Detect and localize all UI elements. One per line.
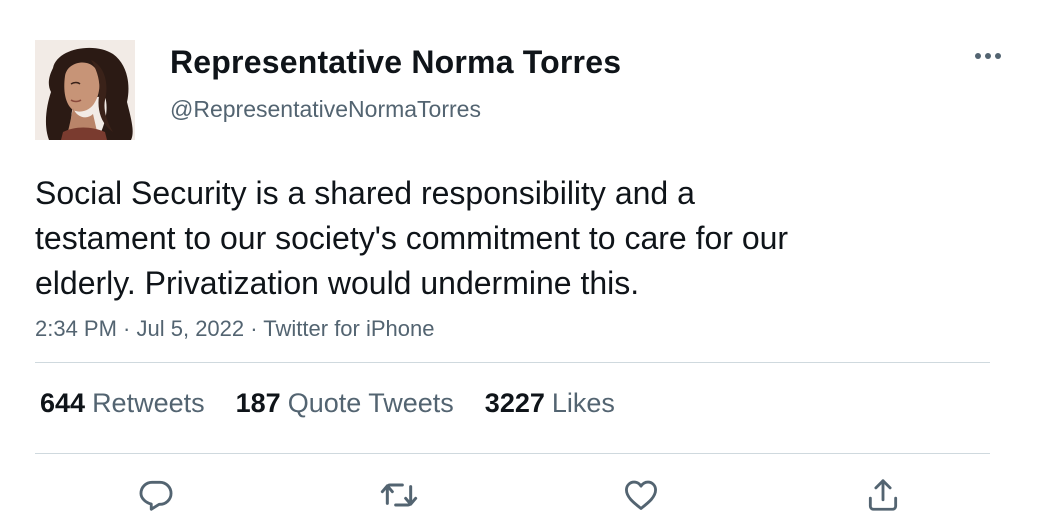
reply-button[interactable] — [133, 472, 179, 518]
divider — [35, 362, 990, 363]
avatar-photo — [35, 40, 135, 140]
likes-label: Likes — [551, 388, 615, 418]
quote-tweets-label: Quote Tweets — [287, 388, 454, 418]
likes-count: 3227 — [484, 388, 545, 418]
tweet-time[interactable]: 2:34 PM — [35, 316, 117, 341]
tweet-source[interactable]: Twitter for iPhone — [263, 316, 434, 341]
quote-tweets-count: 187 — [235, 388, 281, 418]
tweet-date[interactable]: Jul 5, 2022 — [137, 316, 245, 341]
heart-icon — [625, 480, 657, 510]
tweet-actions — [0, 472, 1050, 518]
tweet-text-line: testament to our society's commitment to… — [35, 220, 789, 256]
avatar[interactable] — [35, 40, 135, 140]
more-horizontal-icon — [975, 53, 1001, 59]
retweets-count: 644 — [40, 388, 86, 418]
quote-tweets-stat[interactable]: 187 Quote Tweets — [236, 388, 454, 419]
tweet-text: Social Security is a shared responsibili… — [35, 171, 935, 306]
meta-separator: · — [116, 316, 137, 341]
divider — [35, 453, 990, 454]
reply-icon — [139, 480, 173, 511]
share-icon — [868, 479, 898, 511]
meta-separator: · — [244, 316, 264, 341]
retweet-icon — [380, 483, 418, 507]
retweets-stat[interactable]: 644 Retweets — [40, 388, 205, 419]
like-button[interactable] — [618, 472, 664, 518]
likes-stat[interactable]: 3227 Likes — [485, 388, 615, 419]
tweet-text-line: elderly. Privatization would undermine t… — [35, 265, 640, 301]
retweets-label: Retweets — [92, 388, 205, 418]
tweet-text-line: Social Security is a shared responsibili… — [35, 175, 695, 211]
share-button[interactable] — [860, 472, 906, 518]
tweet-metadata: 2:34 PM · Jul 5, 2022 · Twitter for iPho… — [35, 316, 434, 342]
tweet-card: Representative Norma Torres @Representat… — [0, 0, 1050, 525]
author-display-name[interactable]: Representative Norma Torres — [170, 44, 621, 81]
more-options-button[interactable] — [968, 44, 1008, 68]
tweet-stats: 644 Retweets 187 Quote Tweets 3227 Likes — [40, 388, 646, 419]
author-handle[interactable]: @RepresentativeNormaTorres — [170, 96, 481, 123]
retweet-button[interactable] — [376, 472, 422, 518]
